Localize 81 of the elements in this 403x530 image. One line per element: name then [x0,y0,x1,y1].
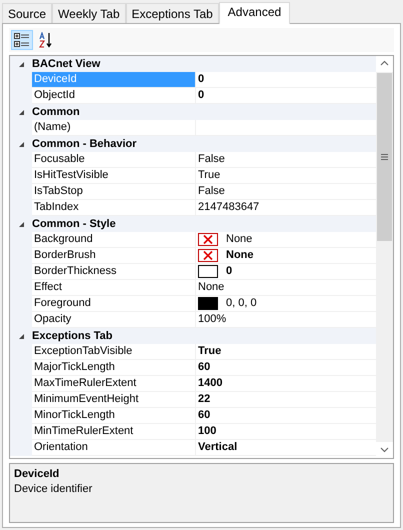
value-cell[interactable]: True [195,168,376,184]
description-text: Device identifier [14,482,94,497]
none-swatch-icon [198,249,218,262]
property-value: 2147483647 [198,200,260,215]
property-value: 60 [198,408,210,423]
value-cell[interactable]: 0 [195,264,376,280]
value-cell[interactable]: 60 [195,408,376,424]
tab[interactable]: Weekly Tab [52,3,126,23]
tab[interactable]: Exceptions Tab [126,3,219,23]
property-name[interactable]: MinTimeRulerExtent [32,424,195,440]
scroll-up-icon[interactable] [376,56,393,72]
expand-triangle-icon[interactable] [18,108,24,116]
property-value: 100 [198,424,216,439]
property-name[interactable]: Background [32,232,195,248]
value-cell[interactable]: None [195,248,376,264]
property-name[interactable]: MajorTickLength [32,360,195,376]
scrollbar[interactable] [376,56,393,458]
value-cell[interactable]: 1400 [195,376,376,392]
value-cell[interactable]: True [195,344,376,360]
property-value: False [198,184,225,199]
value-cell[interactable]: 0 [195,72,376,88]
property-name[interactable]: Foreground [32,296,195,312]
value-cell[interactable] [195,120,376,136]
property-value: 0 [226,264,232,279]
property-value: 0 [198,72,204,87]
property-name[interactable]: TabIndex [32,200,195,216]
value-cell[interactable]: 60 [195,360,376,376]
property-value: 1400 [198,376,222,391]
value-cell[interactable]: 100% [195,312,376,328]
value-cell[interactable]: None [195,232,376,248]
property-name[interactable]: (Name) [32,120,195,136]
value-cell[interactable]: 0 [195,88,376,104]
property-name[interactable]: MaxTimeRulerExtent [32,376,195,392]
property-name[interactable]: Orientation [32,440,195,456]
property-value: None [198,280,224,295]
property-value: Vertical [198,440,238,455]
expand-triangle-icon[interactable] [18,140,24,148]
property-name[interactable]: Effect [32,280,195,296]
property-value: True [198,168,220,183]
value-cell[interactable]: Vertical [195,440,376,456]
category-header: Common - Behavior [32,137,137,152]
property-name[interactable]: Opacity [32,312,195,328]
tab[interactable]: Source [2,3,52,23]
value-cell[interactable]: 0, 0, 0 [195,296,376,312]
property-name[interactable]: ObjectId [32,88,195,104]
property-name[interactable]: IsTabStop [32,184,195,200]
property-name[interactable]: ExceptionTabVisible [32,344,195,360]
property-value: 60 [198,360,210,375]
property-value: None [226,232,252,247]
category-header: BACnet View [32,57,100,72]
scroll-down-icon[interactable] [376,442,393,458]
value-cell[interactable]: False [195,152,376,168]
property-value: False [198,152,225,167]
scroll-thumb[interactable] [377,73,392,241]
property-value: 100% [198,312,226,327]
category-header: Common [32,105,80,120]
property-name[interactable]: MinorTickLength [32,408,195,424]
expand-triangle-icon[interactable] [18,332,24,340]
category-header: Common - Style [32,217,116,232]
description-title: DeviceId [14,467,60,482]
property-value: None [226,248,254,263]
expand-triangle-icon[interactable] [18,60,24,68]
property-name[interactable]: BorderThickness [32,264,195,280]
property-name[interactable]: BorderBrush [32,248,195,264]
value-cell[interactable]: 2147483647 [195,200,376,216]
property-name[interactable]: MinimumEventHeight [32,392,195,408]
property-value: 0 [198,88,204,103]
property-value: True [198,344,222,359]
property-name[interactable]: Focusable [32,152,195,168]
value-cell[interactable]: 100 [195,424,376,440]
category-header: Exceptions Tab [32,329,112,344]
categorized-view-button[interactable] [11,30,33,50]
property-name[interactable]: IsHitTestVisible [32,168,195,184]
expand-triangle-icon[interactable] [18,220,24,228]
value-cell[interactable]: None [195,280,376,296]
value-cell[interactable]: 22 [195,392,376,408]
none-swatch-icon [198,233,218,246]
tab[interactable]: Advanced [218,2,290,24]
property-value: 22 [198,392,210,407]
value-cell[interactable]: False [195,184,376,200]
property-value: 0, 0, 0 [226,296,257,311]
